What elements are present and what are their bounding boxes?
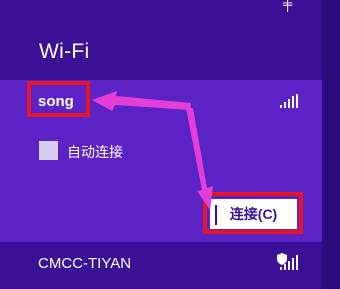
arrow-to-network [92, 91, 191, 111]
arrow-to-connect [186, 108, 213, 210]
annotation-arrows [92, 91, 213, 210]
